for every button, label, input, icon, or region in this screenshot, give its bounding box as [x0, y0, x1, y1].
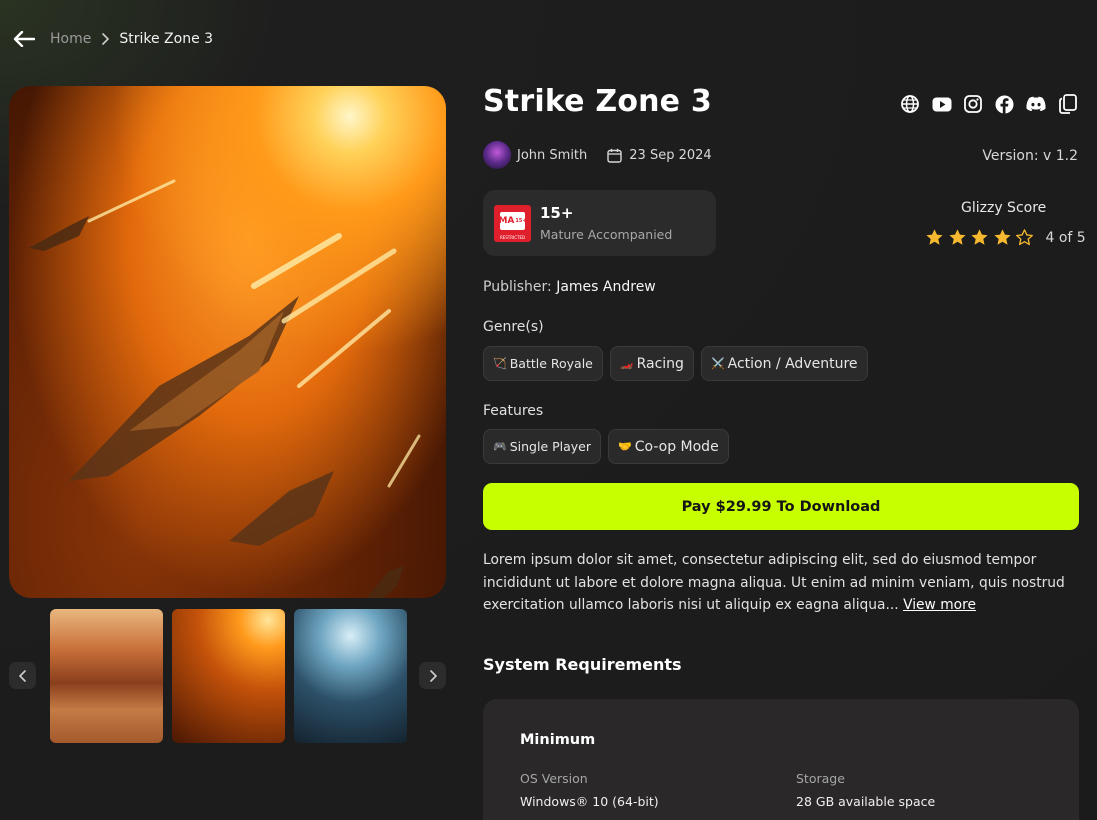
star-outline-icon: [1016, 229, 1033, 246]
thumbnail-warrior[interactable]: [294, 609, 407, 743]
top-bar: Home Strike Zone 3: [12, 26, 213, 52]
age-rating-value: 15+: [540, 204, 574, 222]
system-requirements-title: System Requirements: [483, 655, 682, 674]
genre-label: Racing: [636, 355, 684, 372]
discord-icon[interactable]: [1026, 94, 1046, 114]
game-meta: John Smith 23 Sep 2024: [483, 141, 712, 169]
avatar[interactable]: [483, 141, 511, 169]
genre-chip-racing[interactable]: 🏎️ Racing: [609, 346, 694, 381]
ma-badge-text: MA: [498, 216, 515, 226]
view-more-link[interactable]: View more: [903, 597, 976, 613]
publisher: Publisher: James Andrew: [483, 279, 656, 295]
star-filled-icon: [948, 229, 966, 245]
pay-download-button[interactable]: Pay $29.99 To Download: [483, 483, 1079, 530]
feature-chip-single-player[interactable]: 🎮 Single Player: [483, 429, 602, 464]
storage-value: 28 GB available space: [796, 794, 936, 809]
age-rating-card: MA 15+ RESTRICTED 15+ Mature Accompanied: [483, 190, 716, 256]
bow-icon: 🏹: [493, 357, 507, 370]
calendar-icon: [607, 148, 622, 163]
description: Lorem ipsum dolor sit amet, consectetur …: [483, 549, 1083, 617]
thumbnail-strip: [9, 609, 446, 743]
chevron-right-icon[interactable]: [419, 662, 446, 689]
thumbnail-spaceships[interactable]: [172, 609, 285, 743]
genre-chips: 🏹 Battle Royale 🏎️ Racing ⚔️ Action / Ad…: [483, 346, 875, 381]
copy-icon[interactable]: [1058, 94, 1078, 114]
breadcrumb: Home Strike Zone 3: [50, 31, 213, 47]
ma-badge-caption: RESTRICTED: [499, 234, 526, 240]
chevron-left-icon[interactable]: [9, 662, 36, 689]
feature-label: Single Player: [509, 439, 592, 454]
requirements-card: Minimum OS Version Windows® 10 (64-bit) …: [483, 699, 1079, 820]
author-name[interactable]: John Smith: [517, 148, 587, 163]
os-version-label: OS Version: [520, 771, 588, 786]
features-label: Features: [483, 403, 544, 419]
back-arrow-icon[interactable]: [12, 27, 36, 51]
genres-label: Genre(s): [483, 319, 544, 335]
publisher-label: Publisher:: [483, 279, 552, 295]
minimum-heading: Minimum: [520, 732, 596, 748]
globe-icon[interactable]: [900, 94, 920, 114]
gamepad-icon: 🎮: [493, 440, 507, 453]
genre-label: Action / Adventure: [727, 355, 858, 372]
version-label: Version: v 1.2: [982, 148, 1078, 164]
breadcrumb-current: Strike Zone 3: [119, 31, 214, 47]
social-links: [900, 94, 1078, 114]
crossed-swords-icon: ⚔️: [710, 357, 725, 370]
breadcrumb-home[interactable]: Home: [50, 31, 91, 47]
facebook-icon[interactable]: [995, 94, 1015, 114]
ma-badge-age: 15+: [515, 218, 527, 224]
release-date: 23 Sep 2024: [607, 147, 712, 163]
genre-chip-action-adventure[interactable]: ⚔️ Action / Adventure: [700, 346, 868, 381]
star-filled-icon: [971, 229, 988, 245]
race-car-icon: 🏎️: [619, 357, 634, 370]
feature-label: Co-op Mode: [634, 438, 719, 455]
star-filled-icon: [926, 229, 943, 245]
date-text: 23 Sep 2024: [629, 147, 712, 163]
feature-chips: 🎮 Single Player 🤝 Co-op Mode: [483, 429, 736, 464]
storage-label: Storage: [796, 771, 845, 786]
score-label: Glizzy Score: [961, 200, 1047, 216]
feature-chip-co-op[interactable]: 🤝 Co-op Mode: [608, 429, 729, 464]
instagram-icon[interactable]: [963, 94, 983, 114]
chevron-right-icon: [101, 33, 110, 45]
os-version-value: Windows® 10 (64-bit): [520, 794, 659, 809]
handshake-icon: 🤝: [618, 440, 632, 453]
game-title: Strike Zone 3: [483, 84, 712, 119]
age-rating-label: Mature Accompanied: [540, 227, 673, 242]
star-filled-icon: [993, 229, 1011, 245]
ma-rating-badge: MA 15+ RESTRICTED: [494, 204, 531, 242]
hero-image: [9, 86, 446, 598]
star-rating: 4 of 5: [925, 228, 1086, 247]
thumbnail-racing[interactable]: [50, 609, 163, 743]
publisher-name[interactable]: James Andrew: [556, 279, 656, 295]
genre-label: Battle Royale: [509, 356, 593, 371]
description-text: Lorem ipsum dolor sit amet, consectetur …: [483, 552, 1065, 613]
genre-chip-battle-royale[interactable]: 🏹 Battle Royale: [483, 346, 603, 381]
youtube-icon[interactable]: [932, 94, 952, 114]
score-text: 4 of 5: [1045, 229, 1086, 246]
